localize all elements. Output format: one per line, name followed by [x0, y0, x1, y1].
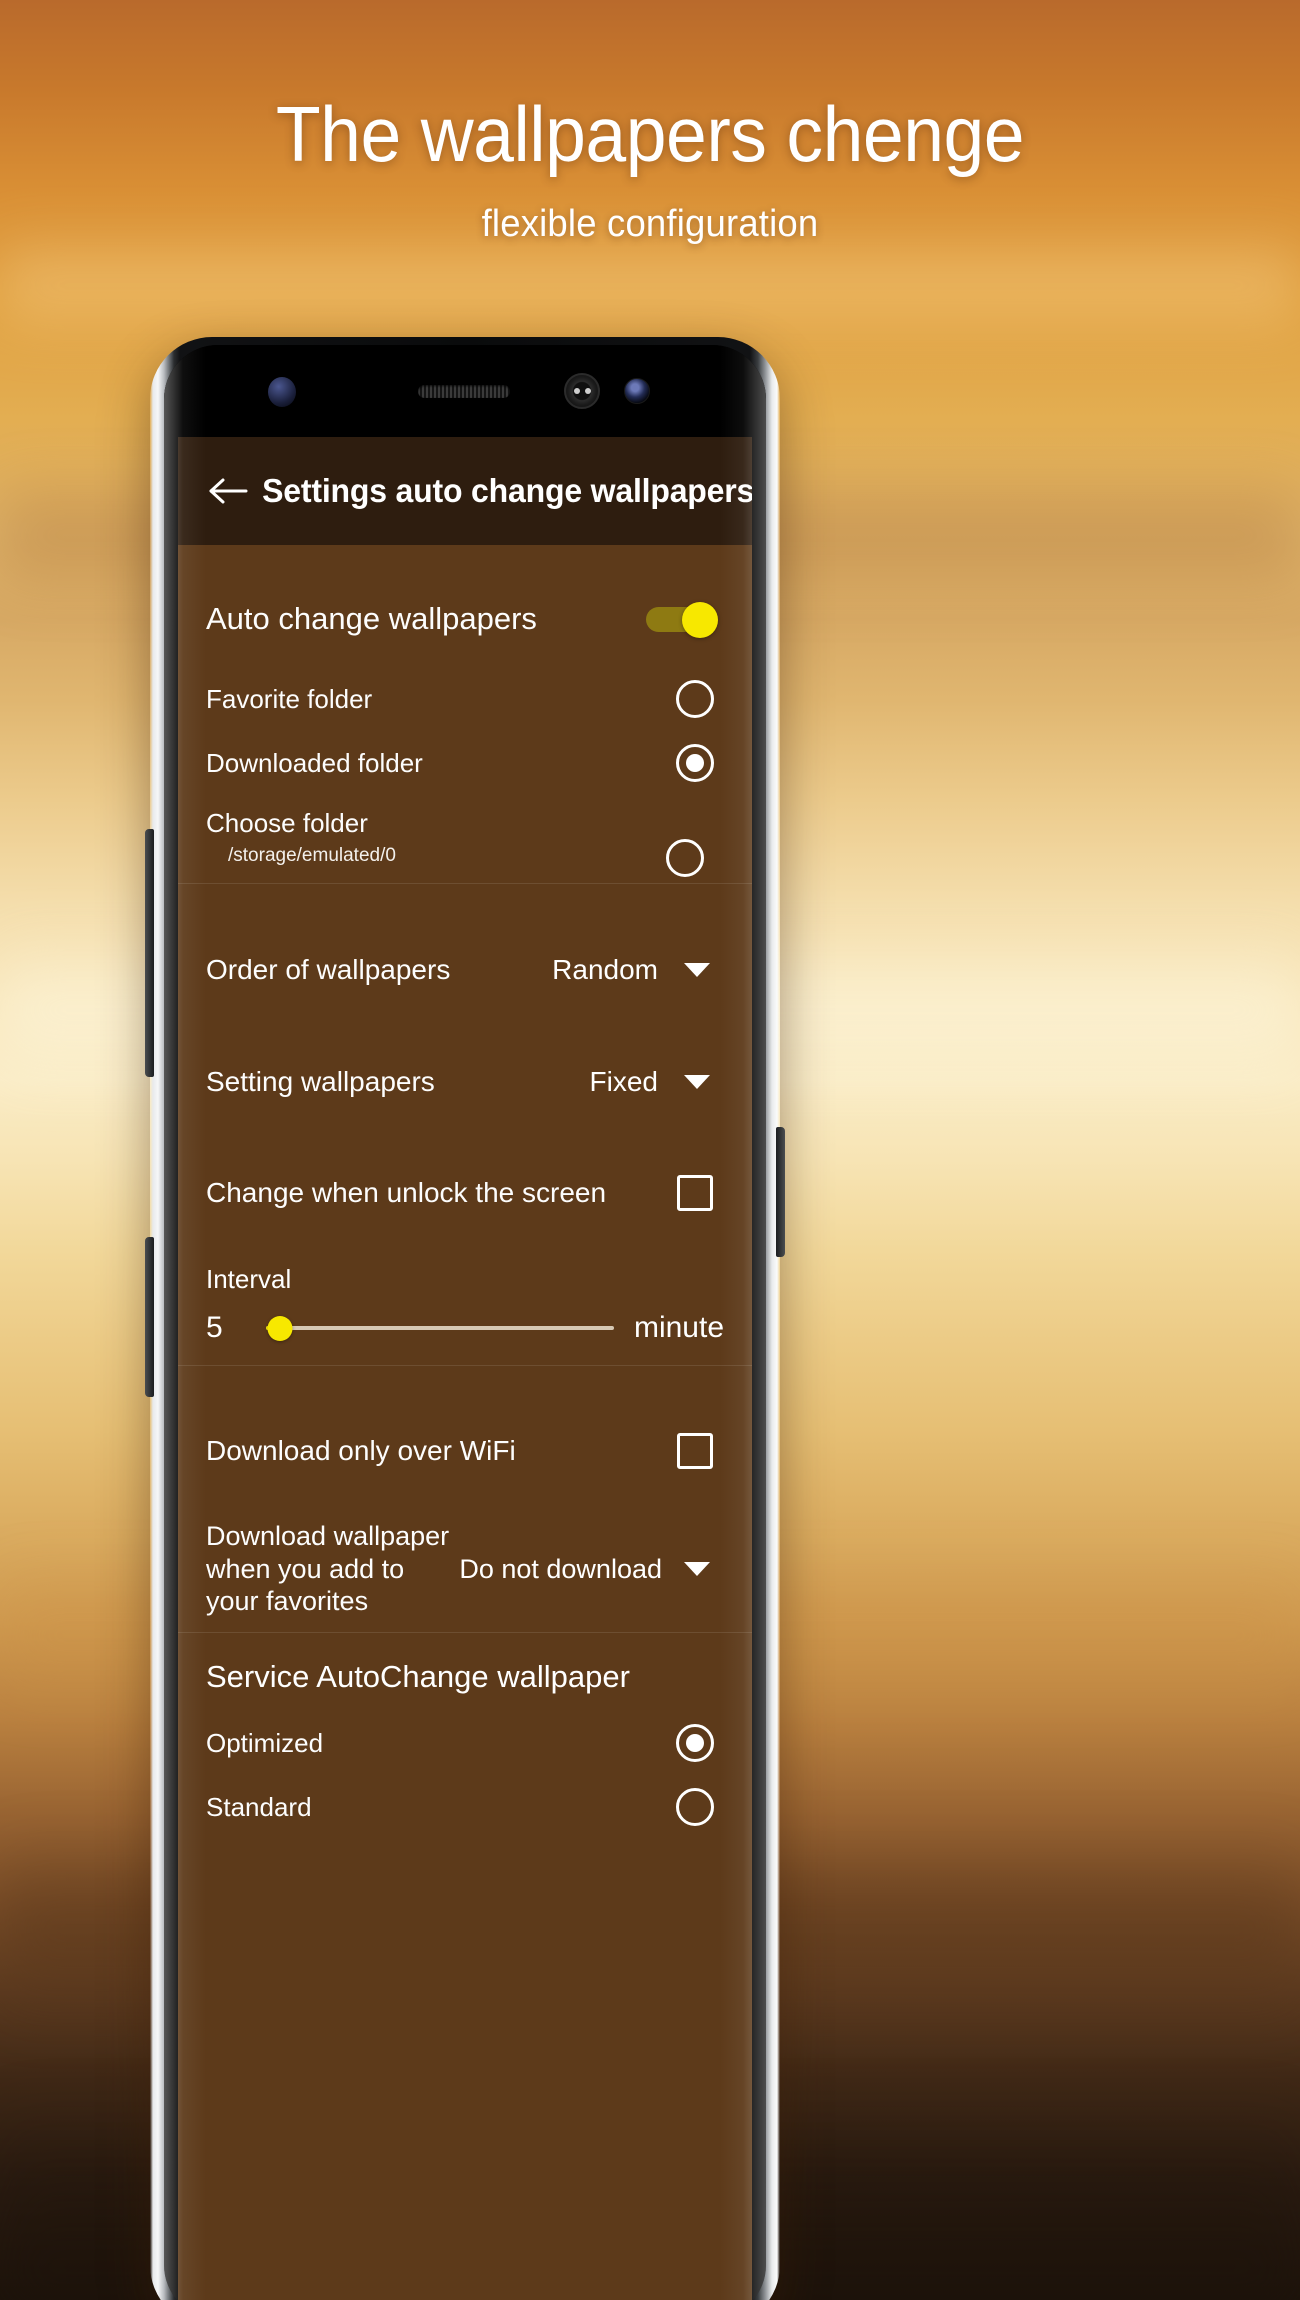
- setting-mode-row[interactable]: Setting wallpapers Fixed: [178, 1026, 752, 1138]
- iris-scanner-icon: [564, 373, 600, 409]
- setting-wifi-row[interactable]: Download only over WiFi: [178, 1396, 752, 1506]
- service-option-label: Optimized: [206, 1727, 324, 1758]
- interval-slider[interactable]: [266, 1313, 614, 1343]
- setting-download-favorite-value: Do not download: [459, 1553, 662, 1584]
- radio-standard[interactable]: [676, 1788, 714, 1826]
- setting-interval-control: 5 minute: [206, 1311, 724, 1345]
- power-button[interactable]: [776, 1127, 785, 1257]
- checkbox-change-on-unlock[interactable]: [677, 1175, 713, 1211]
- setting-auto-change-label: Auto change wallpapers: [206, 601, 537, 636]
- folder-option-label: Favorite folder: [206, 683, 373, 714]
- radio-favorite-folder[interactable]: [676, 680, 714, 718]
- setting-order-label: Order of wallpapers: [206, 954, 451, 985]
- radio-choose-folder[interactable]: [666, 839, 704, 877]
- phone-top-bezel: [164, 345, 766, 437]
- arrow-left-icon: [208, 476, 248, 506]
- radio-downloaded-folder[interactable]: [676, 744, 714, 782]
- folder-option-label: Choose folder: [206, 807, 368, 838]
- folder-option-downloaded[interactable]: Downloaded folder: [178, 731, 752, 795]
- setting-mode-value: Fixed: [589, 1066, 658, 1097]
- setting-order-row[interactable]: Order of wallpapers Random: [178, 914, 752, 1026]
- auto-change-toggle[interactable]: [646, 602, 718, 638]
- setting-wifi-label: Download only over WiFi: [206, 1435, 516, 1466]
- back-button[interactable]: [202, 465, 254, 517]
- setting-interval-block: Interval 5 minute: [178, 1248, 752, 1365]
- app-bar-title: Settings auto change wallpapers: [262, 472, 752, 509]
- setting-unlock-row[interactable]: Change when unlock the screen: [178, 1138, 752, 1248]
- promo-subheadline: flexible configuration: [481, 203, 819, 245]
- service-option-standard[interactable]: Standard: [178, 1775, 752, 1839]
- setting-order-value: Random: [552, 954, 658, 985]
- radio-optimized[interactable]: [676, 1724, 714, 1762]
- phone-mockup: Settings auto change wallpapers Auto cha…: [145, 337, 785, 2300]
- checkbox-wifi-only[interactable]: [677, 1433, 713, 1469]
- folder-option-choose-row[interactable]: Choose folder: [178, 795, 752, 851]
- chevron-down-icon[interactable]: [684, 963, 710, 977]
- front-camera-icon: [624, 378, 650, 404]
- service-section-header: Service AutoChange wallpaper: [206, 1659, 630, 1694]
- folder-option-choose[interactable]: Choose folder /storage/emulated/0: [178, 795, 752, 883]
- service-option-optimized[interactable]: Optimized: [178, 1711, 752, 1775]
- app-bar: Settings auto change wallpapers: [178, 437, 752, 545]
- toggle-thumb: [682, 602, 718, 638]
- background-haze-band: [0, 230, 1300, 340]
- setting-interval-label: Interval: [206, 1264, 292, 1294]
- chevron-down-icon[interactable]: [684, 1075, 710, 1089]
- slider-track: [266, 1326, 614, 1330]
- settings-list: Auto change wallpapers Favorite folder D…: [178, 545, 752, 1839]
- interval-unit: minute: [633, 1311, 724, 1344]
- folder-option-favorite[interactable]: Favorite folder: [178, 667, 752, 731]
- setting-mode-label: Setting wallpapers: [206, 1066, 435, 1097]
- app-screen: Settings auto change wallpapers Auto cha…: [178, 437, 752, 2300]
- promo-text-block: The wallpapers chenge flexible configura…: [0, 0, 1300, 246]
- earpiece-speaker-icon: [418, 385, 510, 398]
- folder-option-label: Downloaded folder: [206, 747, 423, 778]
- setting-download-favorite-label: Download wallpaper when you add to your …: [206, 1520, 450, 1617]
- interval-value: 5: [206, 1311, 223, 1344]
- volume-button[interactable]: [145, 829, 154, 1077]
- list-top-gap: [178, 545, 752, 571]
- bixby-button[interactable]: [145, 1237, 154, 1397]
- setting-download-favorite-row[interactable]: Download wallpaper when you add to your …: [178, 1506, 752, 1632]
- chevron-down-icon[interactable]: [684, 1562, 710, 1576]
- promo-headline: The wallpapers chenge: [275, 90, 1025, 178]
- proximity-sensor-icon: [268, 377, 296, 407]
- setting-unlock-label: Change when unlock the screen: [206, 1177, 607, 1208]
- slider-thumb[interactable]: [267, 1316, 293, 1341]
- service-option-label: Standard: [206, 1791, 312, 1822]
- setting-auto-change-row[interactable]: Auto change wallpapers: [178, 571, 752, 667]
- phone-display: Settings auto change wallpapers Auto cha…: [164, 345, 766, 2300]
